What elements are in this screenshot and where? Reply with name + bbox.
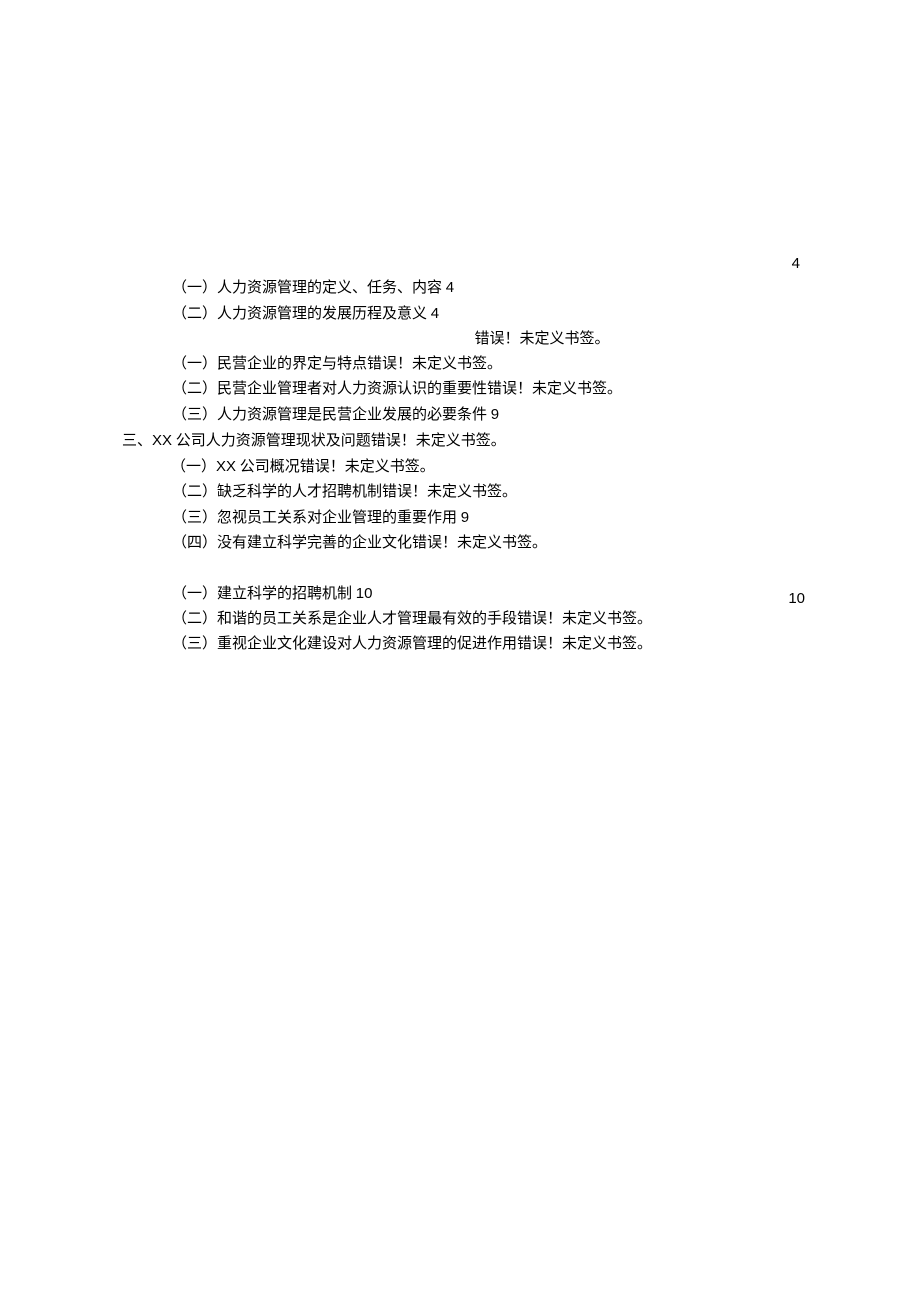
toc-page: 4 (431, 305, 439, 322)
toc-prefix-code: XX (216, 458, 236, 475)
toc-line: （三）人力资源管理是民营企业发展的必要条件 9 (172, 402, 812, 428)
toc-line: （二）人力资源管理的发展历程及意义 4 (172, 301, 812, 327)
toc-text: （二）缺乏科学的人才招聘机制错误！未定义书签。 (172, 484, 517, 500)
page-number-top: 4 (792, 255, 800, 272)
toc-line: （二）和谐的员工关系是企业人才管理最有效的手段错误！未定义书签。 (172, 607, 812, 632)
toc-line: 错误！未定义书签。 (222, 327, 862, 352)
toc-text: 公司概况错误！未定义书签。 (236, 459, 435, 475)
toc-line: （一）XX 公司概况错误！未定义书签。 (171, 454, 812, 480)
toc-text: （二）民营企业管理者对人力资源认识的重要性错误！未定义书签。 (172, 381, 622, 397)
toc-text: （二）和谐的员工关系是企业人才管理最有效的手段错误！未定义书签。 (172, 611, 652, 627)
toc-text: （二）人力资源管理的发展历程及意义 (172, 306, 427, 322)
toc-line: 三、XX 公司人力资源管理现状及问题错误！未定义书签。 (122, 428, 762, 454)
toc-line: （一）民营企业的界定与特点错误！未定义书签。 (172, 352, 812, 377)
toc-text: （三）人力资源管理是民营企业发展的必要条件 (172, 407, 487, 423)
toc-line (172, 556, 812, 581)
toc-line: （三）重视企业文化建设对人力资源管理的促进作用错误！未定义书签。 (172, 632, 812, 657)
toc-page: 9 (461, 509, 469, 526)
toc-page: 10 (356, 585, 373, 602)
toc-line: （一）人力资源管理的定义、任务、内容 4 (172, 275, 812, 301)
toc-prefix-code: XX (152, 432, 172, 449)
toc-content: （一）人力资源管理的定义、任务、内容 4（二）人力资源管理的发展历程及意义 4错… (172, 275, 812, 657)
toc-text: （一）民营企业的界定与特点错误！未定义书签。 (172, 356, 502, 372)
toc-line: （四）没有建立科学完善的企业文化错误！未定义书签。 (172, 531, 812, 556)
toc-line: （三）忽视员工关系对企业管理的重要作用 9 (172, 505, 812, 531)
toc-text: 公司人力资源管理现状及问题错误！未定义书签。 (172, 433, 506, 449)
toc-line: （二）民营企业管理者对人力资源认识的重要性错误！未定义书签。 (172, 377, 812, 402)
toc-page: 9 (491, 406, 499, 423)
toc-prefix: （一） (171, 459, 216, 475)
toc-line: （二）缺乏科学的人才招聘机制错误！未定义书签。 (172, 480, 812, 505)
toc-text: （一）建立科学的招聘机制 (172, 586, 352, 602)
toc-page: 4 (446, 279, 454, 296)
toc-text: （三）忽视员工关系对企业管理的重要作用 (172, 510, 457, 526)
toc-line: （一）建立科学的招聘机制 10 (172, 581, 812, 607)
toc-text: （四）没有建立科学完善的企业文化错误！未定义书签。 (172, 535, 547, 551)
toc-text: （三）重视企业文化建设对人力资源管理的促进作用错误！未定义书签。 (172, 636, 652, 652)
toc-text: （一）人力资源管理的定义、任务、内容 (172, 280, 442, 296)
toc-prefix: 三、 (122, 433, 152, 449)
toc-text: 错误！未定义书签。 (474, 331, 609, 347)
